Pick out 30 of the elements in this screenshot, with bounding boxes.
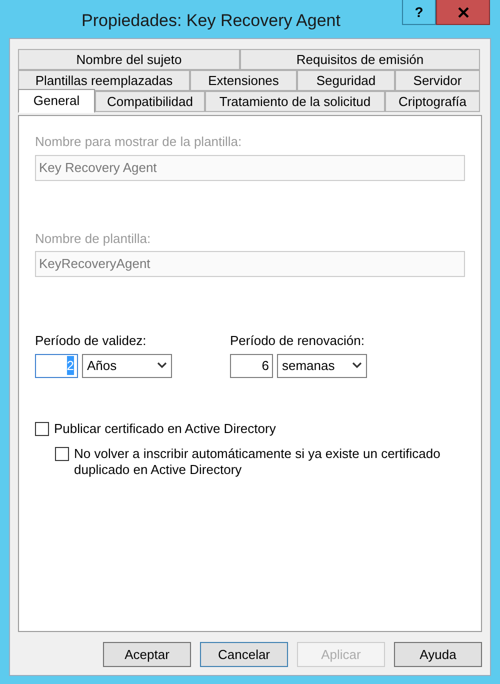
- dialog-button[interactable]: Ayuda: [394, 642, 482, 667]
- close-button[interactable]: [436, 0, 490, 25]
- tab[interactable]: Compatibilidad: [95, 91, 205, 112]
- checkbox[interactable]: [35, 422, 49, 436]
- tab[interactable]: Extensiones: [190, 70, 297, 91]
- tab[interactable]: Criptografía: [385, 91, 480, 112]
- chevron-down-icon: [352, 362, 362, 369]
- unit-dropdown[interactable]: Años: [82, 354, 172, 378]
- tab[interactable]: Nombre del sujeto: [18, 49, 240, 70]
- field-label: Período de renovación:: [230, 332, 366, 350]
- tab[interactable]: Tratamiento de la solicitud: [205, 91, 385, 112]
- checkbox-label: No volver a inscribir automáticamente si ya existe un certificado duplicado en Active Directory: [74, 446, 442, 478]
- chevron-down-icon: [157, 362, 167, 369]
- close-icon: [458, 6, 468, 18]
- tab[interactable]: Servidor: [395, 70, 480, 91]
- tab[interactable]: Seguridad: [297, 70, 395, 91]
- checkbox-label: Publicar certificado en Active Directory: [54, 420, 277, 436]
- field-label: Período de validez:: [35, 332, 148, 350]
- unit-dropdown[interactable]: semanas: [277, 354, 367, 378]
- dialog-button[interactable]: Cancelar: [200, 642, 288, 667]
- tab[interactable]: Requisitos de emisión: [240, 49, 480, 70]
- window-title: Propiedades: Key Recovery Agent: [82, 10, 340, 32]
- dialog-button[interactable]: Aceptar: [103, 642, 191, 667]
- help-button[interactable]: ?: [402, 0, 436, 25]
- tab[interactable]: Plantillas reemplazadas: [18, 70, 190, 91]
- field-label: Nombre para mostrar de la plantilla:: [35, 133, 243, 151]
- checkbox[interactable]: [55, 446, 69, 460]
- number-field[interactable]: 6: [230, 354, 273, 378]
- field-label: Nombre de plantilla:: [35, 230, 152, 248]
- tab[interactable]: General: [18, 89, 95, 113]
